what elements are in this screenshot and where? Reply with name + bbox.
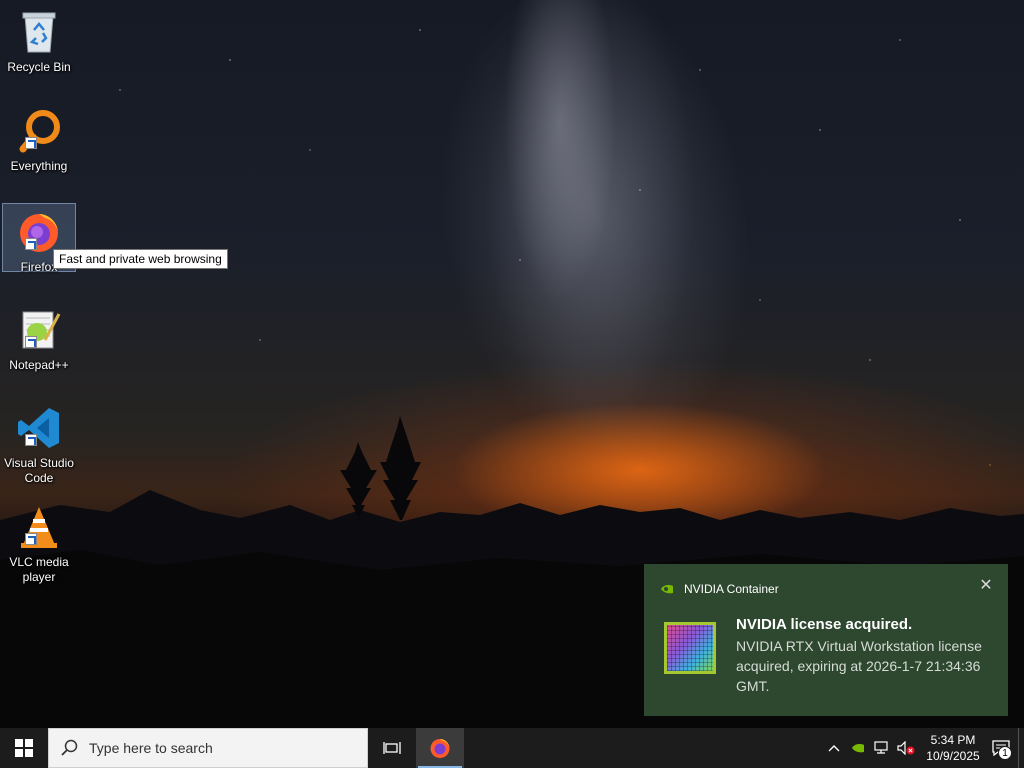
desktop-icon-label: VLC media player bbox=[9, 555, 69, 584]
firefox-tooltip: Fast and private web browsing bbox=[53, 249, 228, 269]
action-center-button[interactable]: 1 bbox=[984, 728, 1018, 768]
shortcut-arrow-icon bbox=[25, 336, 37, 348]
desktop-icon-notepad-plus-plus[interactable]: Notepad++ bbox=[2, 302, 76, 373]
nvidia-logo-icon bbox=[661, 585, 673, 594]
close-icon[interactable]: ✕ bbox=[978, 578, 994, 594]
tray-volume[interactable] bbox=[894, 728, 918, 768]
clock-date: 10/9/2025 bbox=[926, 749, 980, 763]
notification-toast[interactable]: NVIDIA Container ✕ NVIDIA license acquir… bbox=[644, 564, 1008, 716]
shortcut-arrow-icon bbox=[25, 434, 37, 446]
taskbar: Type here to search 5:34 PM 10/9/2025 1 bbox=[0, 728, 1024, 768]
gpu-chip-icon bbox=[664, 622, 716, 674]
desktop-icon-label: Recycle Bin bbox=[7, 60, 71, 74]
search-icon bbox=[61, 739, 78, 756]
network-icon bbox=[874, 741, 888, 754]
desktop-icon-label: Notepad++ bbox=[9, 358, 69, 372]
tray-network[interactable] bbox=[870, 728, 894, 768]
toast-app-header: NVIDIA Container bbox=[660, 582, 779, 596]
volume-muted-icon bbox=[897, 741, 915, 755]
vlc-icon bbox=[15, 503, 63, 551]
search-placeholder: Type here to search bbox=[89, 740, 213, 756]
notification-count-badge: 1 bbox=[998, 746, 1012, 760]
notepad-plus-plus-icon bbox=[15, 306, 63, 354]
show-desktop-button[interactable] bbox=[1018, 728, 1024, 768]
tray-nvidia[interactable] bbox=[846, 728, 870, 768]
desktop-icon-label: Visual Studio Code bbox=[4, 456, 74, 485]
toast-title: NVIDIA license acquired. bbox=[736, 616, 913, 633]
system-tray: 5:34 PM 10/9/2025 1 bbox=[822, 728, 1024, 768]
toast-app-name: NVIDIA Container bbox=[684, 582, 779, 596]
desktop-icon-label: Everything bbox=[10, 159, 68, 173]
show-hidden-icons-button[interactable] bbox=[822, 728, 846, 768]
windows-logo-icon bbox=[15, 739, 33, 757]
shortcut-arrow-icon bbox=[25, 533, 37, 545]
shortcut-arrow-icon bbox=[25, 137, 37, 149]
nvidia-logo-icon bbox=[852, 744, 864, 753]
everything-search-icon bbox=[15, 107, 63, 155]
task-view-icon bbox=[383, 742, 401, 754]
start-button[interactable] bbox=[0, 728, 48, 768]
desktop-icon-vlc[interactable]: VLC media player bbox=[2, 499, 76, 585]
toast-body: NVIDIA RTX Virtual Workstation license a… bbox=[736, 638, 982, 694]
taskbar-clock[interactable]: 5:34 PM 10/9/2025 bbox=[922, 732, 984, 764]
desktop-icon-visual-studio-code[interactable]: Visual Studio Code bbox=[2, 400, 76, 486]
task-view-button[interactable] bbox=[368, 728, 416, 768]
firefox-icon bbox=[430, 739, 450, 758]
desktop-icon-label: Firefox bbox=[20, 260, 58, 274]
taskbar-firefox-button[interactable] bbox=[416, 728, 464, 768]
taskbar-search-box[interactable]: Type here to search bbox=[48, 728, 368, 768]
clock-time: 5:34 PM bbox=[930, 733, 976, 747]
recycle-bin-icon bbox=[15, 8, 63, 56]
shortcut-arrow-icon bbox=[25, 238, 37, 250]
desktop-icon-everything[interactable]: Everything bbox=[2, 103, 76, 174]
desktop-icon-recycle-bin[interactable]: Recycle Bin bbox=[2, 4, 76, 75]
chevron-up-icon bbox=[828, 745, 840, 752]
vscode-icon bbox=[15, 404, 63, 452]
